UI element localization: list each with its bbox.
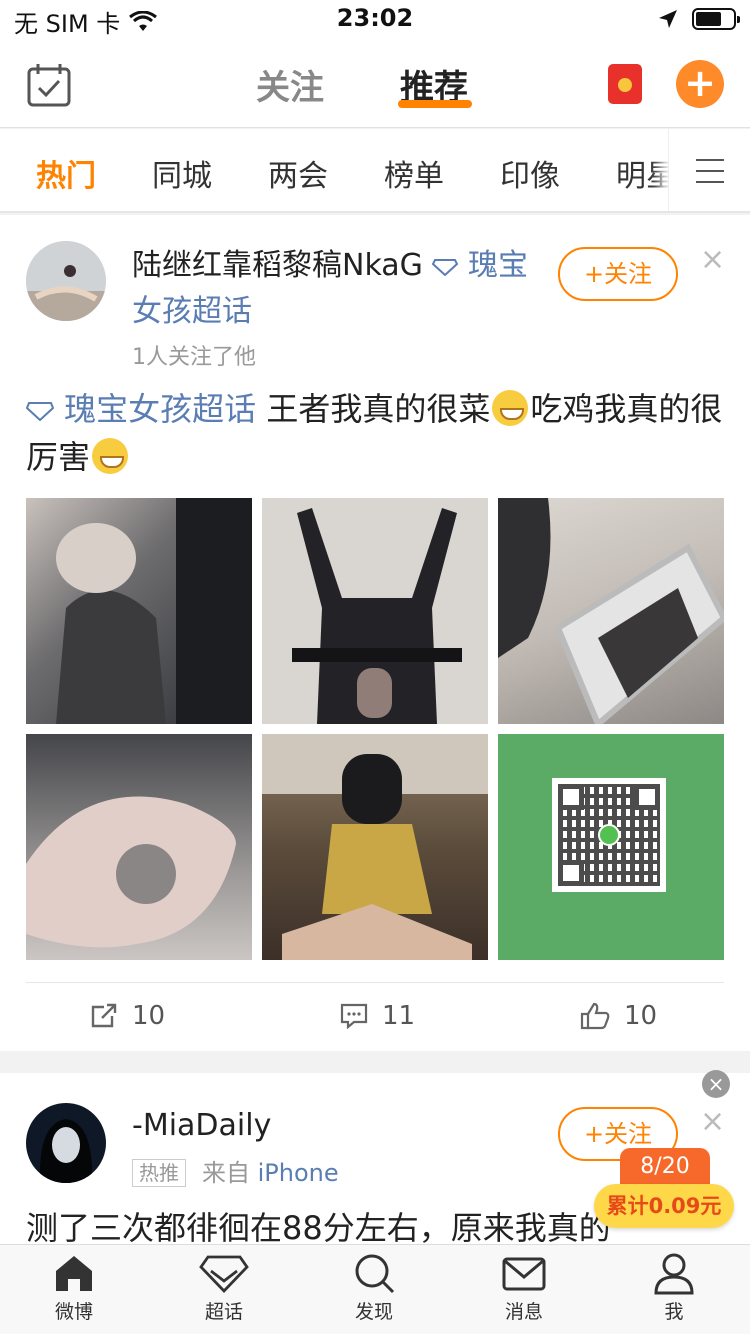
active-tab-indicator bbox=[398, 100, 472, 108]
tab-label: 微博 bbox=[54, 1301, 93, 1323]
post-text: 瑰宝女孩超话 王者我真的很菜 吃鸡我真的很厉害 bbox=[25, 385, 726, 481]
tab-me[interactable]: 我 bbox=[624, 1251, 724, 1324]
source-prefix: 来自 bbox=[202, 1159, 250, 1187]
mail-icon bbox=[502, 1257, 546, 1291]
follow-button[interactable]: +关注 bbox=[558, 247, 678, 301]
post-source: 来自 iPhone bbox=[202, 1159, 339, 1187]
thumbs-up-icon bbox=[580, 1002, 610, 1030]
like-button[interactable]: 10 bbox=[580, 1001, 657, 1031]
qr-code-image[interactable] bbox=[498, 734, 724, 960]
channel-impression[interactable]: 印像 bbox=[500, 151, 560, 195]
grin-emoji-icon bbox=[92, 438, 129, 474]
comment-icon bbox=[340, 1003, 368, 1029]
post-image[interactable] bbox=[262, 498, 488, 724]
top-nav: 关注 推荐 + bbox=[0, 40, 750, 128]
reward-total[interactable]: 累计0.09元 bbox=[594, 1184, 734, 1228]
username-line: 陆继红靠稻黎稿NkaG 瑰宝女孩超话 bbox=[132, 243, 542, 335]
tab-messages[interactable]: 消息 bbox=[474, 1251, 574, 1324]
source-device: iPhone bbox=[257, 1159, 339, 1187]
home-icon bbox=[56, 1256, 92, 1291]
hot-tag: 热推 bbox=[132, 1159, 186, 1187]
emoji-icon bbox=[492, 390, 529, 426]
channel-local[interactable]: 同城 bbox=[152, 151, 212, 195]
bottom-tab-bar: 微博 超话 发现 消息 我 bbox=[0, 1244, 750, 1334]
like-count: 10 bbox=[624, 1001, 658, 1031]
post-image[interactable] bbox=[26, 734, 252, 960]
post-image[interactable] bbox=[498, 498, 724, 724]
status-bar: 无 SIM 卡 23:02 bbox=[0, 0, 750, 40]
tab-label: 我 bbox=[664, 1301, 684, 1323]
compose-button[interactable]: + bbox=[676, 60, 724, 108]
repost-button[interactable]: 10 bbox=[90, 1001, 165, 1031]
channel-two-sessions[interactable]: 两会 bbox=[268, 151, 328, 195]
username[interactable]: -MiaDaily bbox=[132, 1103, 542, 1149]
location-arrow-icon bbox=[659, 10, 677, 28]
qr-code bbox=[552, 778, 666, 892]
channel-hot[interactable]: 热门 bbox=[36, 151, 96, 195]
close-icon[interactable]: × bbox=[700, 1107, 725, 1137]
menu-icon[interactable] bbox=[696, 159, 724, 183]
post-image[interactable] bbox=[26, 498, 252, 724]
tab-super-topic[interactable]: 超话 bbox=[174, 1251, 274, 1324]
action-bar: 10 11 10 bbox=[26, 982, 724, 1052]
avatar[interactable] bbox=[26, 241, 106, 321]
calendar-check-icon[interactable] bbox=[26, 62, 72, 108]
tab-label: 消息 bbox=[504, 1301, 543, 1323]
wechat-icon bbox=[598, 824, 620, 846]
post-card: 陆继红靠稻黎稿NkaG 瑰宝女孩超话 1人关注了他 +关注 × 瑰宝女孩超话 王… bbox=[0, 215, 750, 1051]
diamond-icon bbox=[432, 259, 459, 277]
comment-button[interactable]: 11 bbox=[340, 1001, 415, 1031]
reward-progress[interactable]: 8/20 bbox=[620, 1148, 710, 1186]
clock: 23:02 bbox=[336, 4, 414, 32]
red-packet-icon[interactable] bbox=[608, 64, 642, 104]
post-text: 测了三次都徘徊在88分左右，原来我真的 bbox=[26, 1209, 611, 1247]
follower-note: 1人关注了他 bbox=[132, 345, 256, 370]
avatar[interactable] bbox=[26, 1103, 106, 1183]
close-icon[interactable]: × bbox=[700, 245, 725, 275]
tab-discover[interactable]: 发现 bbox=[324, 1251, 424, 1324]
tab-label: 超话 bbox=[204, 1301, 243, 1323]
comment-count: 11 bbox=[382, 1001, 416, 1031]
search-icon bbox=[355, 1254, 395, 1294]
post-text-part-a: 王者我真的很菜 bbox=[266, 390, 491, 428]
channel-stars[interactable]: 明星 bbox=[616, 151, 676, 195]
username[interactable]: 陆继红靠稻黎稿NkaG bbox=[132, 248, 423, 283]
share-icon bbox=[91, 1003, 117, 1028]
diamond-icon bbox=[199, 1255, 249, 1294]
image-grid bbox=[26, 498, 724, 960]
reward-close-icon[interactable]: × bbox=[702, 1070, 730, 1098]
channel-rankings[interactable]: 榜单 bbox=[384, 151, 444, 195]
profile-icon bbox=[654, 1253, 694, 1295]
tab-weibo[interactable]: 微博 bbox=[24, 1251, 124, 1324]
repost-count: 10 bbox=[132, 1001, 166, 1031]
topic-link[interactable]: 瑰宝女孩超话 bbox=[64, 390, 256, 428]
tab-follow[interactable]: 关注 bbox=[256, 60, 324, 109]
post-image[interactable] bbox=[262, 734, 488, 960]
battery-icon bbox=[692, 8, 740, 30]
channel-bar: 热门 同城 两会 榜单 印像 明星 bbox=[0, 129, 750, 213]
status-right bbox=[658, 8, 740, 30]
tab-label: 发现 bbox=[354, 1301, 393, 1323]
diamond-icon bbox=[25, 402, 55, 422]
